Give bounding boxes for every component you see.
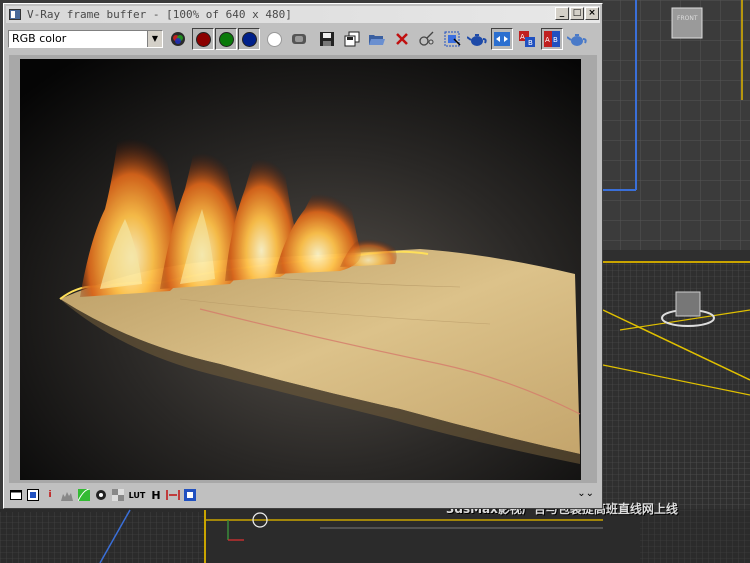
exposure-button[interactable] <box>94 488 108 502</box>
svg-text:B: B <box>528 39 533 47</box>
close-icon <box>396 33 408 45</box>
history-ab-alt-icon: AB <box>544 31 560 47</box>
save-all-icon <box>344 31 360 47</box>
alpha-channel-icon <box>266 31 282 47</box>
channel-dropdown[interactable]: RGB color ▼ <box>8 30 163 48</box>
track-mouse-icon <box>419 31 434 46</box>
srgb-button[interactable] <box>111 488 125 502</box>
save-image-icon <box>320 32 334 46</box>
red-channel-icon <box>195 31 211 47</box>
viewcube-label: FRONT <box>677 15 698 22</box>
region-render-button[interactable] <box>441 28 463 50</box>
load-image-button[interactable] <box>366 28 388 50</box>
vfb-toolbar: RGB color ▼ A B A B <box>6 25 600 53</box>
stamp-button[interactable] <box>183 488 197 502</box>
teapot-render-button[interactable] <box>566 28 588 50</box>
history-ab-alt-button[interactable]: AB <box>541 28 563 50</box>
rgb-channels-icon <box>171 32 185 46</box>
teapot-render-icon <box>567 34 587 46</box>
panel-toggle-button[interactable] <box>9 488 23 502</box>
compare-icon <box>166 490 180 500</box>
blue-channel-icon <box>241 31 257 47</box>
rendered-image[interactable] <box>20 59 581 480</box>
svg-text:B: B <box>553 36 558 44</box>
monochrome-button[interactable] <box>288 28 310 50</box>
viewcube-front[interactable] <box>671 7 703 39</box>
save-all-button[interactable] <box>341 28 363 50</box>
teapot-icon <box>467 34 487 46</box>
lens-effects-icon <box>494 32 510 46</box>
color-correction-icon <box>112 489 124 501</box>
title-bar[interactable]: V-Ray frame buffer - [100% of 640 x 480]… <box>6 6 600 23</box>
svg-text:A: A <box>520 33 525 41</box>
levels-button[interactable] <box>60 488 74 502</box>
alpha-channel-button[interactable] <box>263 28 285 50</box>
track-mouse-button[interactable] <box>416 28 438 50</box>
expand-icon[interactable]: ⌄⌄ <box>577 488 594 499</box>
rgb-channels-button[interactable] <box>167 28 189 50</box>
history-ab-button[interactable]: AB <box>516 28 538 50</box>
channel-dropdown-value: RGB color <box>12 32 67 45</box>
lens-effects-button[interactable] <box>491 28 513 50</box>
minimize-button[interactable]: _ <box>555 7 569 20</box>
stamp-icon <box>184 489 196 501</box>
region-render-icon <box>444 31 461 47</box>
green-channel-icon <box>218 31 234 47</box>
save-image-button[interactable] <box>316 28 338 50</box>
history-label: H <box>151 488 161 502</box>
vray-frame-buffer-window: V-Ray frame buffer - [100% of 640 x 480]… <box>3 3 603 509</box>
levels-icon <box>61 492 73 501</box>
curves-icon <box>78 489 90 501</box>
vfb-app-icon <box>9 9 21 20</box>
history-button[interactable]: H <box>149 488 163 502</box>
monochrome-icon <box>292 34 306 44</box>
history-ab-icon: AB <box>519 31 535 47</box>
compare-button[interactable] <box>166 488 180 502</box>
green-channel-button[interactable] <box>215 28 237 50</box>
vfb-statusbar: i LUT H ⌄⌄ <box>6 484 600 506</box>
info-button[interactable]: i <box>43 488 57 502</box>
info-label: i <box>48 490 52 500</box>
blue-channel-button[interactable] <box>238 28 260 50</box>
chevron-down-icon[interactable]: ▼ <box>147 31 162 47</box>
render-last-button[interactable] <box>466 28 488 50</box>
folder-open-icon <box>369 35 385 45</box>
lut-label: LUT <box>128 490 146 500</box>
close-button[interactable]: × <box>585 7 599 20</box>
clear-image-button[interactable] <box>391 28 413 50</box>
pixel-info-button[interactable] <box>26 488 40 502</box>
lut-button[interactable]: LUT <box>128 488 146 502</box>
curves-button[interactable] <box>77 488 91 502</box>
frame-icon <box>27 489 39 501</box>
exposure-icon <box>96 490 106 500</box>
panel-icon <box>10 490 22 500</box>
svg-text:A: A <box>545 36 550 44</box>
red-channel-button[interactable] <box>192 28 214 50</box>
maximize-button[interactable]: □ <box>570 7 584 20</box>
window-title: V-Ray frame buffer - [100% of 640 x 480] <box>27 8 292 21</box>
